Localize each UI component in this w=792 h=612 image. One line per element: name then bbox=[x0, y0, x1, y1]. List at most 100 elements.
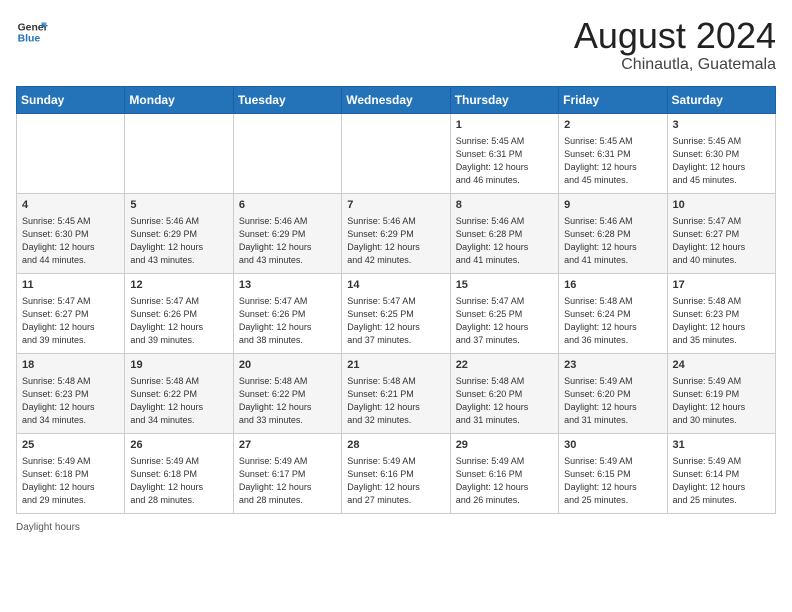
day-info: Sunrise: 5:48 AM Sunset: 6:20 PM Dayligh… bbox=[456, 375, 553, 427]
calendar-day-cell bbox=[342, 113, 450, 193]
day-info: Sunrise: 5:46 AM Sunset: 6:28 PM Dayligh… bbox=[564, 215, 661, 267]
day-info: Sunrise: 5:49 AM Sunset: 6:16 PM Dayligh… bbox=[347, 455, 444, 507]
day-number: 28 bbox=[347, 438, 444, 453]
calendar-day-cell: 14 Sunrise: 5:47 AM Sunset: 6:25 PM Dayli… bbox=[342, 273, 450, 353]
day-number: 1 bbox=[456, 118, 553, 133]
day-number: 26 bbox=[130, 438, 227, 453]
calendar-day-cell: 7 Sunrise: 5:46 AM Sunset: 6:29 PM Daylig… bbox=[342, 193, 450, 273]
calendar-week-row: 11 Sunrise: 5:47 AM Sunset: 6:27 PM Dayli… bbox=[17, 273, 776, 353]
day-of-week-header: Sunday bbox=[17, 86, 125, 113]
day-info: Sunrise: 5:47 AM Sunset: 6:25 PM Dayligh… bbox=[347, 295, 444, 347]
calendar-day-cell: 3Sunrise: 5:45 AM Sunset: 6:30 PM Daylig… bbox=[667, 113, 775, 193]
day-number: 10 bbox=[673, 198, 770, 213]
day-info: Sunrise: 5:49 AM Sunset: 6:14 PM Dayligh… bbox=[673, 455, 770, 507]
calendar-day-cell: 8 Sunrise: 5:46 AM Sunset: 6:28 PM Daylig… bbox=[450, 193, 558, 273]
calendar-day-cell: 30 Sunrise: 5:49 AM Sunset: 6:15 PM Dayli… bbox=[559, 433, 667, 513]
calendar-day-cell: 21Sunrise: 5:48 AM Sunset: 6:21 PM Dayli… bbox=[342, 353, 450, 433]
title-block: August 2024 Chinautla, Guatemala bbox=[574, 16, 776, 74]
day-info: Sunrise: 5:47 AM Sunset: 6:26 PM Dayligh… bbox=[239, 295, 336, 347]
day-info: Sunrise: 5:49 AM Sunset: 6:20 PM Dayligh… bbox=[564, 375, 661, 427]
day-number: 15 bbox=[456, 278, 553, 293]
day-info: Sunrise: 5:47 AM Sunset: 6:25 PM Dayligh… bbox=[456, 295, 553, 347]
calendar-day-cell: 27 Sunrise: 5:49 AM Sunset: 6:17 PM Dayli… bbox=[233, 433, 341, 513]
calendar-day-cell bbox=[125, 113, 233, 193]
day-info: Sunrise: 5:45 AM Sunset: 6:31 PM Dayligh… bbox=[564, 135, 661, 187]
calendar-week-row: 25 Sunrise: 5:49 AM Sunset: 6:18 PM Dayli… bbox=[17, 433, 776, 513]
day-info: Sunrise: 5:48 AM Sunset: 6:24 PM Dayligh… bbox=[564, 295, 661, 347]
day-number: 30 bbox=[564, 438, 661, 453]
calendar-table: SundayMondayTuesdayWednesdayThursdayFrid… bbox=[16, 86, 776, 514]
calendar-day-cell: 31 Sunrise: 5:49 AM Sunset: 6:14 PM Dayli… bbox=[667, 433, 775, 513]
day-info: Sunrise: 5:45 AM Sunset: 6:31 PM Dayligh… bbox=[456, 135, 553, 187]
calendar-day-cell: 9 Sunrise: 5:46 AM Sunset: 6:28 PM Daylig… bbox=[559, 193, 667, 273]
day-number: 11 bbox=[22, 278, 119, 293]
calendar-day-cell: 15 Sunrise: 5:47 AM Sunset: 6:25 PM Dayli… bbox=[450, 273, 558, 353]
day-number: 23 bbox=[564, 358, 661, 373]
calendar-day-cell: 25 Sunrise: 5:49 AM Sunset: 6:18 PM Dayli… bbox=[17, 433, 125, 513]
calendar-day-cell: 29Sunrise: 5:49 AM Sunset: 6:16 PM Dayli… bbox=[450, 433, 558, 513]
calendar-day-cell: 4Sunrise: 5:45 AM Sunset: 6:30 PM Daylig… bbox=[17, 193, 125, 273]
day-info: Sunrise: 5:46 AM Sunset: 6:28 PM Dayligh… bbox=[456, 215, 553, 267]
calendar-day-cell: 11 Sunrise: 5:47 AM Sunset: 6:27 PM Dayli… bbox=[17, 273, 125, 353]
day-number: 12 bbox=[130, 278, 227, 293]
day-of-week-header: Wednesday bbox=[342, 86, 450, 113]
day-number: 6 bbox=[239, 198, 336, 213]
calendar-day-cell: 13 Sunrise: 5:47 AM Sunset: 6:26 PM Dayli… bbox=[233, 273, 341, 353]
page-header: General Blue August 2024 Chinautla, Guat… bbox=[16, 16, 776, 74]
day-number: 9 bbox=[564, 198, 661, 213]
day-number: 19 bbox=[130, 358, 227, 373]
day-info: Sunrise: 5:47 AM Sunset: 6:27 PM Dayligh… bbox=[673, 215, 770, 267]
day-info: Sunrise: 5:46 AM Sunset: 6:29 PM Dayligh… bbox=[130, 215, 227, 267]
day-of-week-header: Saturday bbox=[667, 86, 775, 113]
day-number: 24 bbox=[673, 358, 770, 373]
day-number: 27 bbox=[239, 438, 336, 453]
calendar-day-cell: 28 Sunrise: 5:49 AM Sunset: 6:16 PM Dayli… bbox=[342, 433, 450, 513]
calendar-day-cell: 16 Sunrise: 5:48 AM Sunset: 6:24 PM Dayli… bbox=[559, 273, 667, 353]
day-number: 2 bbox=[564, 118, 661, 133]
calendar-week-row: 4Sunrise: 5:45 AM Sunset: 6:30 PM Daylig… bbox=[17, 193, 776, 273]
day-info: Sunrise: 5:46 AM Sunset: 6:29 PM Dayligh… bbox=[347, 215, 444, 267]
calendar-week-row: 1 Sunrise: 5:45 AM Sunset: 6:31 PM Daylig… bbox=[17, 113, 776, 193]
day-number: 14 bbox=[347, 278, 444, 293]
calendar-day-cell: 2 Sunrise: 5:45 AM Sunset: 6:31 PM Daylig… bbox=[559, 113, 667, 193]
day-info: Sunrise: 5:45 AM Sunset: 6:30 PM Dayligh… bbox=[673, 135, 770, 187]
svg-text:Blue: Blue bbox=[18, 34, 41, 45]
day-info: Sunrise: 5:48 AM Sunset: 6:21 PM Dayligh… bbox=[347, 375, 444, 427]
day-number: 17 bbox=[673, 278, 770, 293]
calendar-day-cell: 17Sunrise: 5:48 AM Sunset: 6:23 PM Dayli… bbox=[667, 273, 775, 353]
calendar-footer: Daylight hours bbox=[16, 522, 776, 533]
day-number: 22 bbox=[456, 358, 553, 373]
calendar-day-cell bbox=[233, 113, 341, 193]
day-number: 31 bbox=[673, 438, 770, 453]
day-of-week-header: Friday bbox=[559, 86, 667, 113]
day-number: 25 bbox=[22, 438, 119, 453]
day-info: Sunrise: 5:49 AM Sunset: 6:18 PM Dayligh… bbox=[22, 455, 119, 507]
day-of-week-header: Tuesday bbox=[233, 86, 341, 113]
calendar-week-row: 18Sunrise: 5:48 AM Sunset: 6:23 PM Dayli… bbox=[17, 353, 776, 433]
daylight-hours-label: Daylight hours bbox=[16, 522, 80, 533]
day-info: Sunrise: 5:47 AM Sunset: 6:26 PM Dayligh… bbox=[130, 295, 227, 347]
calendar-day-cell: 23 Sunrise: 5:49 AM Sunset: 6:20 PM Dayli… bbox=[559, 353, 667, 433]
day-info: Sunrise: 5:48 AM Sunset: 6:22 PM Dayligh… bbox=[130, 375, 227, 427]
day-info: Sunrise: 5:45 AM Sunset: 6:30 PM Dayligh… bbox=[22, 215, 119, 267]
day-info: Sunrise: 5:49 AM Sunset: 6:17 PM Dayligh… bbox=[239, 455, 336, 507]
calendar-day-cell: 1 Sunrise: 5:45 AM Sunset: 6:31 PM Daylig… bbox=[450, 113, 558, 193]
day-info: Sunrise: 5:48 AM Sunset: 6:23 PM Dayligh… bbox=[22, 375, 119, 427]
day-number: 7 bbox=[347, 198, 444, 213]
calendar-day-cell: 24Sunrise: 5:49 AM Sunset: 6:19 PM Dayli… bbox=[667, 353, 775, 433]
calendar-day-cell: 5 Sunrise: 5:46 AM Sunset: 6:29 PM Daylig… bbox=[125, 193, 233, 273]
day-info: Sunrise: 5:47 AM Sunset: 6:27 PM Dayligh… bbox=[22, 295, 119, 347]
day-info: Sunrise: 5:49 AM Sunset: 6:15 PM Dayligh… bbox=[564, 455, 661, 507]
day-of-week-header: Monday bbox=[125, 86, 233, 113]
day-number: 8 bbox=[456, 198, 553, 213]
day-number: 16 bbox=[564, 278, 661, 293]
day-number: 20 bbox=[239, 358, 336, 373]
calendar-day-cell: 18Sunrise: 5:48 AM Sunset: 6:23 PM Dayli… bbox=[17, 353, 125, 433]
calendar-day-cell bbox=[17, 113, 125, 193]
day-of-week-header: Thursday bbox=[450, 86, 558, 113]
day-number: 13 bbox=[239, 278, 336, 293]
day-number: 5 bbox=[130, 198, 227, 213]
month-year-title: August 2024 bbox=[574, 16, 776, 56]
day-info: Sunrise: 5:48 AM Sunset: 6:22 PM Dayligh… bbox=[239, 375, 336, 427]
calendar-day-cell: 20 Sunrise: 5:48 AM Sunset: 6:22 PM Dayli… bbox=[233, 353, 341, 433]
